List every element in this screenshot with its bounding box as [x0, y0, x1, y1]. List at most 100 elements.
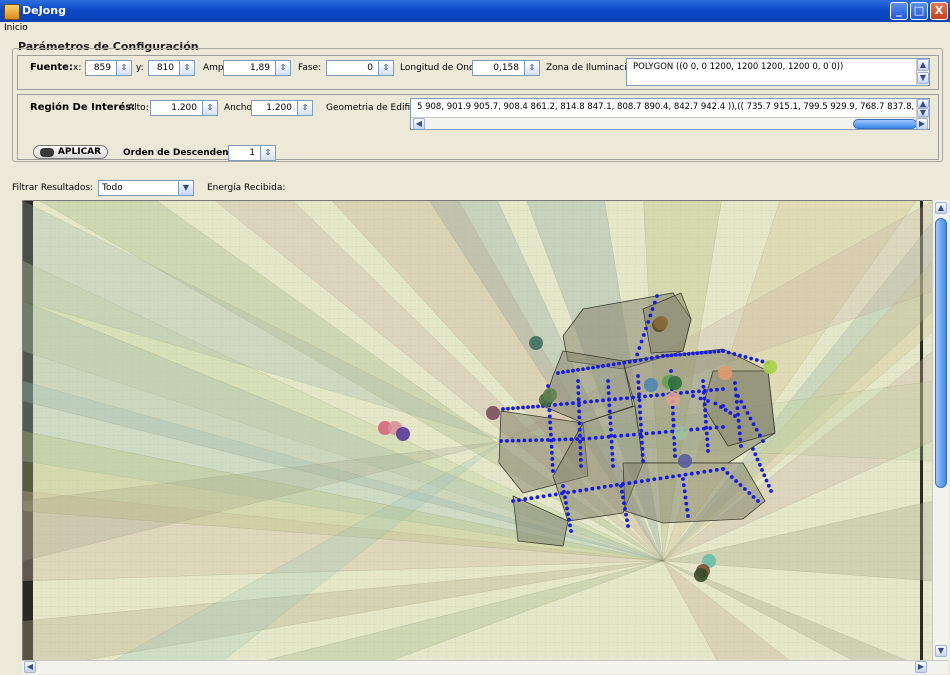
observation-point: [646, 320, 651, 324]
observation-point: [672, 442, 677, 446]
region-label: Región De Interés:: [30, 102, 136, 113]
observation-point: [729, 475, 734, 479]
viewport-vscrollbar[interactable]: ▲ ▼: [932, 200, 949, 660]
orden-spinner[interactable]: 1 ⇕: [228, 145, 276, 161]
observation-point: [547, 493, 552, 498]
observation-point: [577, 421, 582, 426]
observation-point: [637, 392, 641, 397]
spinner-arrows-icon[interactable]: ⇕: [179, 61, 194, 75]
simulation-canvas[interactable]: [23, 201, 933, 661]
observation-point: [733, 414, 737, 418]
observation-point: [733, 387, 738, 392]
observation-point: [612, 434, 617, 439]
scroll-down-icon[interactable]: ▼: [935, 645, 947, 657]
fase-label: Fase:: [298, 63, 322, 73]
viewport-hscrollbar[interactable]: ◀ ▶: [22, 660, 948, 674]
menu-inicio[interactable]: Inicio: [4, 23, 28, 33]
observation-point: [601, 398, 605, 403]
observation-point: [562, 489, 566, 494]
observation-point: [684, 501, 689, 506]
longitud-spinner[interactable]: 0,158 ⇕: [472, 60, 540, 76]
observation-point: [737, 425, 742, 429]
vscroll-thumb[interactable]: [935, 218, 947, 488]
scroll-right-icon[interactable]: ▶: [915, 661, 927, 673]
apply-button[interactable]: APLICAR: [33, 145, 108, 159]
amplitud-spinner[interactable]: 1,89 ⇕: [223, 60, 291, 76]
observation-point: [546, 384, 550, 388]
observation-point: [652, 300, 657, 305]
observation-point: [601, 364, 605, 368]
observation-point: [691, 394, 695, 398]
x-spinner[interactable]: 859 ⇕: [85, 60, 132, 76]
observation-point: [557, 437, 562, 442]
geometria-hscrollbar[interactable]: ◀ ▶: [411, 117, 929, 129]
hscroll-thumb[interactable]: [853, 119, 917, 129]
result-marker: [396, 427, 410, 441]
y-spinner[interactable]: 810 ⇕: [148, 60, 195, 76]
spinner-arrows-icon[interactable]: ⇕: [202, 101, 217, 115]
observation-point: [577, 427, 582, 432]
observation-point: [704, 419, 708, 424]
zona-scrollbar[interactable]: ▲ ▼: [916, 59, 929, 85]
scroll-up-icon[interactable]: ▲: [917, 59, 929, 71]
fase-spinner[interactable]: 0 ⇕: [326, 60, 394, 76]
geometria-vscrollbar[interactable]: ▲ ▼: [916, 99, 929, 117]
simulation-viewport[interactable]: [22, 200, 934, 662]
observation-point: [610, 452, 615, 456]
chevron-down-icon[interactable]: ▼: [178, 181, 193, 195]
scroll-down-icon[interactable]: ▼: [917, 108, 929, 117]
observation-point: [673, 454, 677, 458]
spinner-arrows-icon[interactable]: ⇕: [297, 101, 312, 115]
observation-point: [638, 410, 642, 415]
scroll-down-icon[interactable]: ▼: [917, 72, 929, 84]
observation-point: [721, 404, 725, 408]
observation-point: [521, 405, 525, 410]
observation-point: [721, 425, 725, 429]
geometria-textarea[interactable]: 5 908, 901.9 905.7, 908.4 861.2, 814.8 8…: [410, 98, 930, 130]
observation-point: [639, 422, 643, 427]
filter-select[interactable]: Todo ▼: [98, 180, 194, 196]
alto-spinner[interactable]: 1.200 ⇕: [150, 100, 218, 116]
observation-point: [549, 432, 553, 437]
observation-point: [738, 353, 742, 358]
spinner-arrows-icon[interactable]: ⇕: [260, 146, 275, 160]
observation-point: [622, 501, 626, 505]
maximize-button[interactable]: □: [910, 2, 928, 20]
observation-point: [578, 452, 583, 456]
zona-textarea[interactable]: POLYGON ((0 0, 0 1200, 1200 1200, 1200 0…: [626, 58, 930, 86]
observation-point: [501, 407, 505, 411]
minimize-button[interactable]: _: [890, 2, 908, 20]
window-title: DeJong: [22, 4, 66, 17]
observation-point: [517, 498, 521, 502]
observation-point: [748, 416, 753, 421]
observation-point: [669, 369, 673, 373]
observation-point: [683, 495, 688, 500]
spinner-arrows-icon[interactable]: ⇕: [275, 61, 290, 75]
scroll-up-icon[interactable]: ▲: [935, 202, 947, 214]
observation-point: [705, 443, 710, 448]
spinner-arrows-icon[interactable]: ⇕: [524, 61, 539, 75]
observation-point: [702, 469, 707, 474]
observation-point: [553, 492, 558, 497]
close-button[interactable]: X: [930, 2, 948, 20]
observation-point: [550, 457, 555, 461]
scroll-up-icon[interactable]: ▲: [917, 99, 929, 108]
observation-point: [751, 447, 755, 451]
observation-point: [619, 396, 623, 401]
building: [622, 462, 766, 524]
spinner-arrows-icon[interactable]: ⇕: [116, 61, 131, 75]
scroll-left-icon[interactable]: ◀: [24, 661, 36, 673]
observation-point: [522, 438, 527, 443]
observation-point: [637, 346, 642, 350]
observation-point: [671, 417, 676, 422]
observation-point: [701, 390, 706, 395]
observation-point: [685, 507, 690, 512]
observation-point: [732, 352, 737, 356]
scroll-left-icon[interactable]: ◀: [413, 118, 425, 129]
minimize-icon: _: [896, 4, 902, 17]
spinner-arrows-icon[interactable]: ⇕: [378, 61, 393, 75]
observation-point: [699, 350, 704, 355]
ancho-spinner[interactable]: 1.200 ⇕: [251, 100, 313, 116]
scroll-right-icon[interactable]: ▶: [916, 118, 928, 129]
observation-point: [635, 352, 640, 357]
